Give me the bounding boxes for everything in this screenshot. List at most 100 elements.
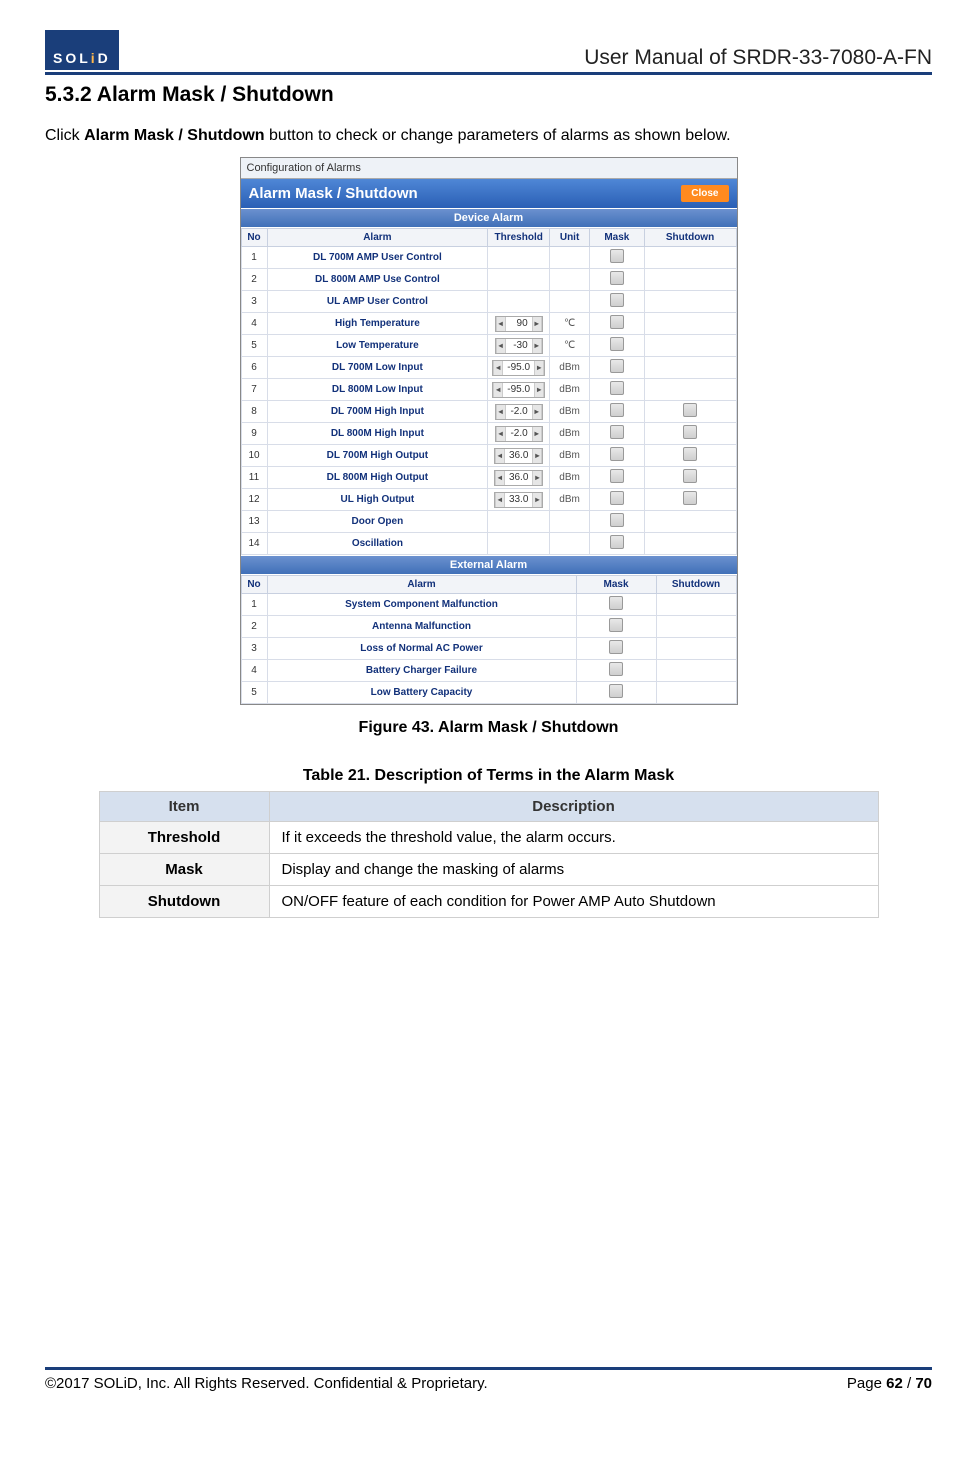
- desc-header-item: Item: [99, 792, 269, 822]
- checkbox[interactable]: [610, 359, 624, 373]
- threshold-spinner[interactable]: ◂-30▸: [495, 338, 543, 354]
- checkbox[interactable]: [683, 403, 697, 417]
- checkbox[interactable]: [610, 271, 624, 285]
- cell-no: 5: [241, 335, 267, 357]
- cell-threshold: ◂-2.0▸: [488, 401, 550, 423]
- checkbox[interactable]: [609, 684, 623, 698]
- threshold-spinner[interactable]: ◂36.0▸: [494, 448, 543, 464]
- checkbox[interactable]: [609, 618, 623, 632]
- threshold-spinner[interactable]: ◂-95.0▸: [492, 360, 545, 376]
- col-alarm: Alarm: [267, 576, 576, 594]
- cell-alarm: DL 700M AMP User Control: [267, 247, 488, 269]
- cell-description: If it exceeds the threshold value, the a…: [269, 822, 878, 854]
- cell-unit: dBm: [550, 467, 590, 489]
- table-row: 2Antenna Malfunction: [241, 616, 736, 638]
- checkbox[interactable]: [683, 469, 697, 483]
- section-heading: 5.3.2 Alarm Mask / Shutdown: [45, 83, 932, 107]
- table-row: 1DL 700M AMP User Control: [241, 247, 736, 269]
- table-row: 4High Temperature◂90▸℃: [241, 313, 736, 335]
- cell-no: 3: [241, 291, 267, 313]
- threshold-spinner[interactable]: ◂90▸: [495, 316, 543, 332]
- checkbox[interactable]: [610, 513, 624, 527]
- cell-shutdown: [644, 511, 736, 533]
- cell-threshold: ◂-30▸: [488, 335, 550, 357]
- checkbox[interactable]: [610, 469, 624, 483]
- cell-threshold: ◂36.0▸: [488, 445, 550, 467]
- cell-alarm: System Component Malfunction: [267, 594, 576, 616]
- cell-shutdown: [644, 533, 736, 555]
- cell-mask: [590, 423, 645, 445]
- checkbox[interactable]: [683, 425, 697, 439]
- checkbox[interactable]: [610, 425, 624, 439]
- threshold-spinner[interactable]: ◂36.0▸: [494, 470, 543, 486]
- checkbox[interactable]: [610, 403, 624, 417]
- table-caption: Table 21. Description of Terms in the Al…: [45, 767, 932, 785]
- checkbox[interactable]: [610, 381, 624, 395]
- table-row: 11DL 800M High Output◂36.0▸dBm: [241, 467, 736, 489]
- checkbox[interactable]: [683, 447, 697, 461]
- manual-title: User Manual of SRDR-33-7080-A-FN: [584, 46, 932, 70]
- cell-no: 2: [241, 269, 267, 291]
- checkbox[interactable]: [609, 596, 623, 610]
- cell-shutdown: [644, 423, 736, 445]
- cell-threshold: ◂-95.0▸: [488, 357, 550, 379]
- cell-shutdown: [644, 401, 736, 423]
- cell-unit: dBm: [550, 379, 590, 401]
- checkbox[interactable]: [609, 662, 623, 676]
- cell-mask: [590, 533, 645, 555]
- cell-shutdown: [644, 357, 736, 379]
- figure-caption: Figure 43. Alarm Mask / Shutdown: [45, 719, 932, 737]
- threshold-spinner[interactable]: ◂-95.0▸: [492, 382, 545, 398]
- cell-alarm: DL 800M High Input: [267, 423, 488, 445]
- table-row: ThresholdIf it exceeds the threshold val…: [99, 822, 878, 854]
- cell-no: 2: [241, 616, 267, 638]
- cell-alarm: High Temperature: [267, 313, 488, 335]
- close-button[interactable]: Close: [681, 185, 728, 202]
- checkbox[interactable]: [609, 640, 623, 654]
- cell-threshold: [488, 269, 550, 291]
- cell-alarm: UL AMP User Control: [267, 291, 488, 313]
- device-alarm-banner: Device Alarm: [241, 208, 737, 228]
- checkbox[interactable]: [610, 293, 624, 307]
- cell-mask: [576, 616, 656, 638]
- checkbox[interactable]: [610, 447, 624, 461]
- cell-shutdown: [656, 682, 736, 704]
- cell-mask: [590, 401, 645, 423]
- threshold-spinner[interactable]: ◂-2.0▸: [495, 404, 543, 420]
- checkbox[interactable]: [610, 337, 624, 351]
- table-row: 5Low Battery Capacity: [241, 682, 736, 704]
- cell-mask: [590, 511, 645, 533]
- table-row: 2DL 800M AMP Use Control: [241, 269, 736, 291]
- cell-shutdown: [644, 291, 736, 313]
- cell-unit: dBm: [550, 423, 590, 445]
- col-shutdown: Shutdown: [656, 576, 736, 594]
- checkbox[interactable]: [683, 491, 697, 505]
- cell-mask: [576, 594, 656, 616]
- section-number: 5.3.2: [45, 83, 92, 106]
- cell-mask: [590, 313, 645, 335]
- cell-alarm: Door Open: [267, 511, 488, 533]
- cell-threshold: [488, 511, 550, 533]
- cell-no: 4: [241, 313, 267, 335]
- cell-unit: dBm: [550, 445, 590, 467]
- checkbox[interactable]: [610, 249, 624, 263]
- cell-no: 1: [241, 247, 267, 269]
- cell-item: Mask: [99, 854, 269, 886]
- logo: SOLiD: [45, 30, 119, 70]
- logo-text-dot: i: [91, 50, 98, 66]
- cell-shutdown: [644, 313, 736, 335]
- threshold-spinner[interactable]: ◂33.0▸: [494, 492, 543, 508]
- table-row: 1System Component Malfunction: [241, 594, 736, 616]
- cell-shutdown: [644, 335, 736, 357]
- cell-unit: dBm: [550, 489, 590, 511]
- table-row: 6DL 700M Low Input◂-95.0▸dBm: [241, 357, 736, 379]
- threshold-spinner[interactable]: ◂-2.0▸: [495, 426, 543, 442]
- logo-text-suffix: D: [98, 50, 111, 66]
- checkbox[interactable]: [610, 315, 624, 329]
- checkbox[interactable]: [610, 491, 624, 505]
- checkbox[interactable]: [610, 535, 624, 549]
- col-shutdown: Shutdown: [644, 229, 736, 247]
- alarm-dialog: Configuration of Alarms Alarm Mask / Shu…: [240, 157, 738, 705]
- cell-no: 10: [241, 445, 267, 467]
- cell-item: Shutdown: [99, 886, 269, 918]
